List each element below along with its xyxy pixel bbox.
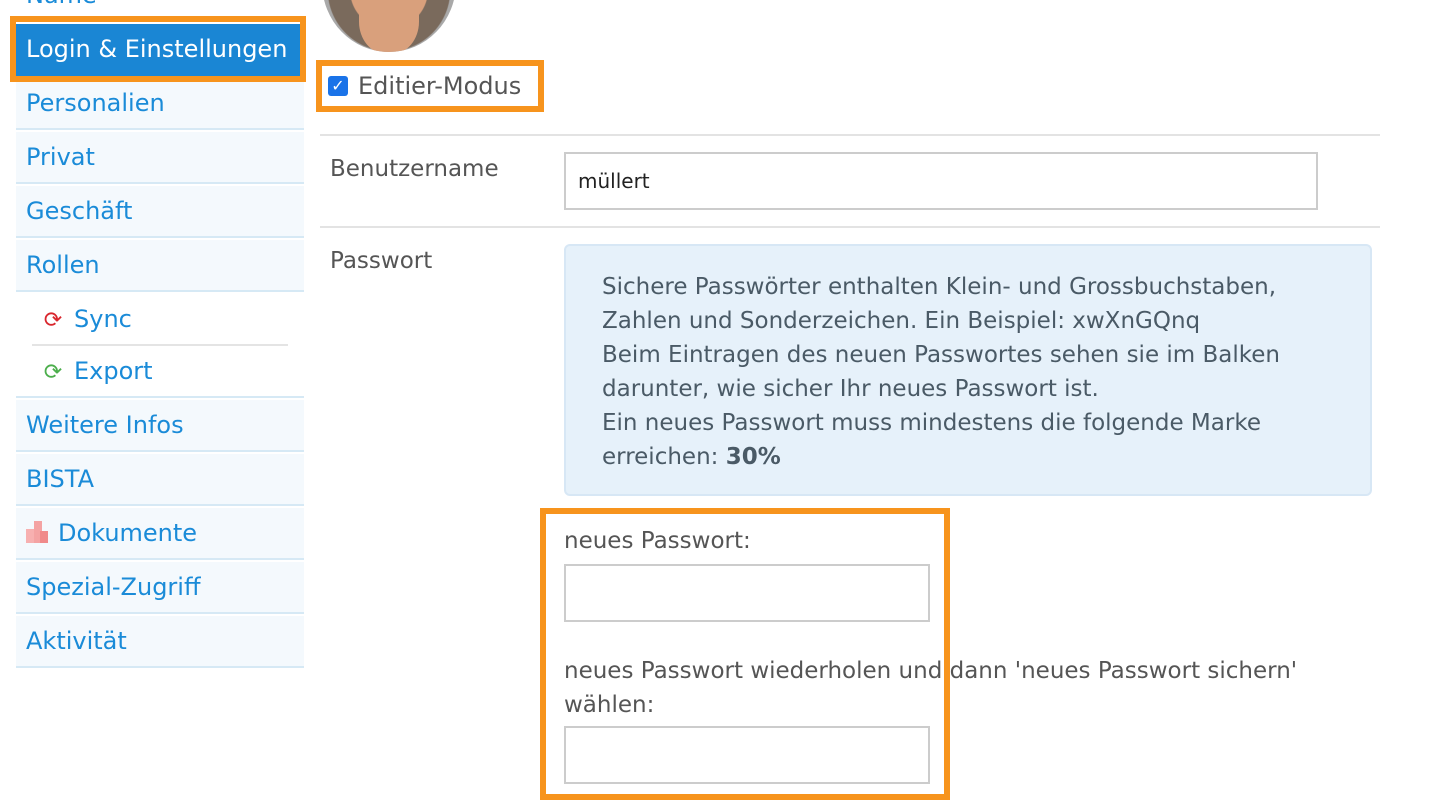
sidebar-item-personalien[interactable]: Personalien — [16, 78, 304, 130]
highlight-frame — [10, 16, 306, 82]
sidebar-item-label: Geschäft — [26, 197, 133, 225]
sidebar-item-label: Dokumente — [58, 519, 198, 547]
info-line: erreichen: 30% — [602, 444, 781, 470]
sidebar-item-dokumente[interactable]: Dokumente — [16, 508, 304, 560]
sidebar-item-spezial-zugriff[interactable]: Spezial-Zugriff — [16, 562, 304, 614]
sidebar-item-label: Spezial-Zugriff — [26, 573, 201, 601]
password-label: Passwort — [330, 248, 433, 274]
sync-icon: ⟳ — [43, 360, 63, 385]
info-line: darunter, wie sicher Ihr neues Passwort … — [602, 376, 1099, 402]
info-line: Sichere Passwörter enthalten Klein- und … — [602, 274, 1277, 300]
username-label: Benutzername — [330, 156, 499, 182]
sidebar-item-label: Sync — [74, 305, 132, 333]
document-icon — [26, 521, 48, 543]
info-line: Beim Eintragen des neuen Passwortes sehe… — [602, 342, 1281, 368]
divider — [320, 226, 1380, 228]
sync-icon: ⟳ — [43, 308, 63, 333]
password-info-box: Sichere Passwörter enthalten Klein- und … — [564, 244, 1372, 496]
sidebar-item-label: Aktivität — [26, 627, 127, 655]
sidebar-item-aktivitaet[interactable]: Aktivität — [16, 616, 304, 668]
sidebar-item-label: Privat — [26, 143, 95, 171]
highlight-frame — [540, 508, 950, 800]
avatar — [322, 0, 456, 52]
sidebar-item-geschaeft[interactable]: Geschäft — [16, 186, 304, 238]
username-input[interactable]: müllert — [564, 152, 1318, 210]
sidebar-item-rollen[interactable]: Rollen — [16, 240, 304, 292]
info-line: Ein neues Passwort muss mindestens die f… — [602, 410, 1261, 436]
sidebar-item-weitere-infos[interactable]: Weitere Infos — [16, 400, 304, 452]
sidebar-item-bista[interactable]: BISTA — [16, 454, 304, 506]
sidebar-item-export[interactable]: ⟳ Export — [32, 346, 288, 398]
divider — [320, 134, 1380, 136]
divider — [16, 396, 304, 398]
sidebar-item-label: Rollen — [26, 251, 100, 279]
info-line: Zahlen und Sonderzeichen. Ein Beispiel: … — [602, 308, 1201, 334]
sidebar-item-sync[interactable]: ⟳ Sync — [32, 294, 288, 346]
sidebar-item-privat[interactable]: Privat — [16, 132, 304, 184]
sidebar-item-label: BISTA — [26, 465, 94, 493]
sidebar-item-label: Export — [74, 357, 153, 385]
sidebar-item-label: Personalien — [26, 89, 165, 117]
min-strength-value: 30% — [725, 444, 781, 470]
sidebar-item-label: Weitere Infos — [26, 411, 184, 439]
highlight-frame — [316, 60, 544, 112]
